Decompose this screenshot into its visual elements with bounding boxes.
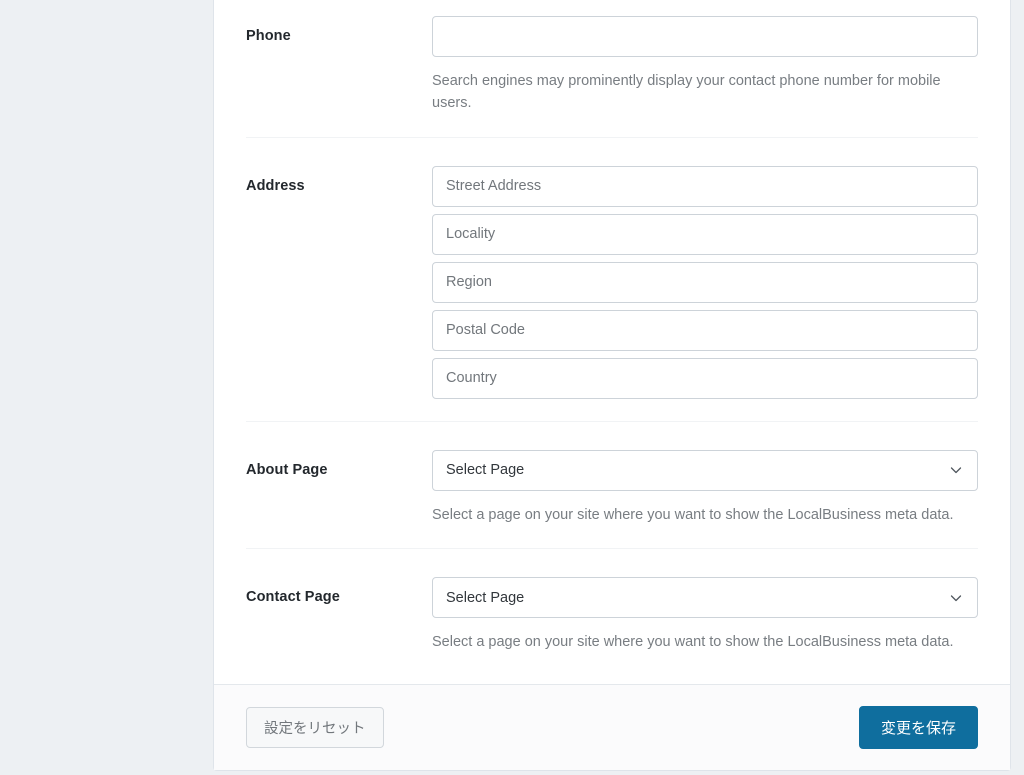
postal-code-input[interactable] — [432, 309, 978, 351]
setting-label-phone: Phone — [246, 28, 291, 44]
save-changes-button[interactable]: 変更を保存 — [858, 706, 978, 749]
locality-input[interactable] — [432, 213, 978, 255]
contact-page-select-value[interactable]: Select Page — [432, 577, 978, 619]
settings-page: Phone Search engines may prominently dis… — [0, 0, 1024, 775]
contact-page-select[interactable]: Select Page — [432, 577, 978, 619]
setting-row-about-page: About Page Select Page Select a page on … — [246, 422, 978, 550]
reset-settings-button[interactable]: 設定をリセット — [246, 707, 384, 748]
setting-field-address — [432, 165, 978, 399]
phone-input[interactable] — [432, 16, 978, 57]
settings-footer: 設定をリセット 変更を保存 — [214, 684, 1010, 770]
setting-field-contact-page: Select Page Select a page on your site w… — [432, 577, 978, 653]
setting-field-phone: Search engines may prominently display y… — [432, 16, 978, 115]
region-input[interactable] — [432, 261, 978, 303]
setting-label-contact-page: Contact Page — [246, 589, 340, 606]
about-page-description: Select a page on your site where you wan… — [432, 506, 954, 523]
settings-form: Phone Search engines may prominently dis… — [214, 0, 1010, 684]
setting-row-contact-page: Contact Page Select Page Select a page o… — [246, 549, 978, 675]
setting-label-about-page: About Page — [246, 461, 328, 478]
about-page-select[interactable]: Select Page — [432, 449, 978, 491]
settings-card: Phone Search engines may prominently dis… — [213, 0, 1011, 771]
country-input[interactable] — [432, 357, 978, 399]
about-page-select-value[interactable]: Select Page — [432, 449, 978, 491]
phone-description: Search engines may prominently display y… — [432, 73, 941, 112]
setting-row-address: Address — [246, 138, 978, 422]
contact-page-description: Select a page on your site where you wan… — [432, 634, 954, 651]
setting-label-address: Address — [246, 177, 305, 194]
setting-field-about-page: Select Page Select a page on your site w… — [432, 449, 978, 526]
setting-row-phone: Phone Search engines may prominently dis… — [246, 0, 978, 138]
street-address-input[interactable] — [432, 165, 978, 207]
